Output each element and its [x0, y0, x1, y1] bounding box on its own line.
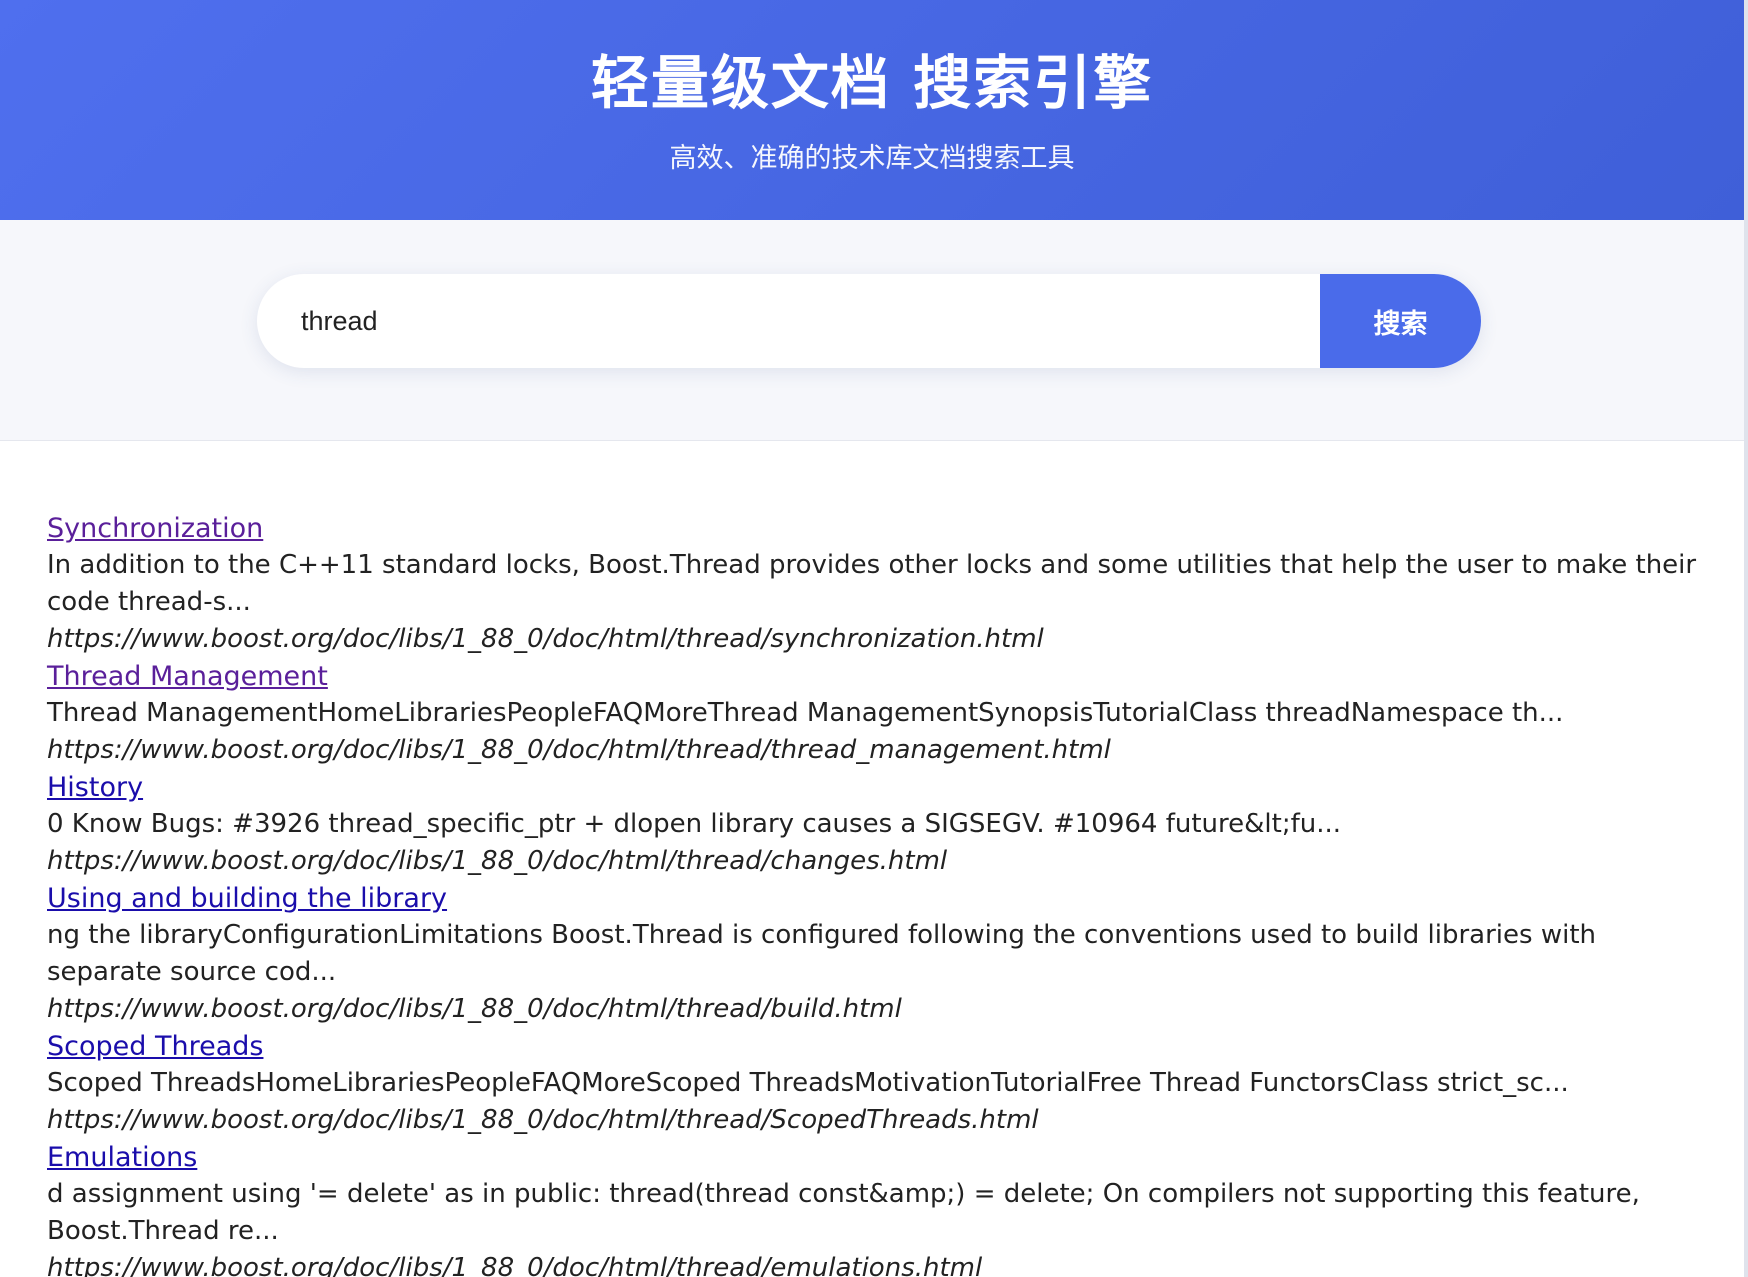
search-input[interactable] — [257, 274, 1320, 368]
header-banner: 轻量级文档 搜索引擎 高效、准确的技术库文档搜索工具 — [0, 0, 1744, 220]
result-snippet: In addition to the C++11 standard locks,… — [47, 550, 1697, 617]
result-item: Using and building the library ng the li… — [47, 880, 1707, 1028]
result-snippet: ng the libraryConfigurationLimitations B… — [47, 920, 1596, 987]
result-title-link[interactable]: Synchronization — [47, 510, 263, 547]
result-snippet: Thread ManagementHomeLibrariesPeopleFAQM… — [47, 698, 1564, 728]
result-item: Thread Management Thread ManagementHomeL… — [47, 658, 1707, 769]
result-title-link[interactable]: Scoped Threads — [47, 1028, 263, 1065]
result-item: Emulations d assignment using '= delete'… — [47, 1139, 1707, 1277]
results-list: Synchronization In addition to the C++11… — [47, 510, 1707, 1277]
page-title: 轻量级文档 搜索引擎 — [590, 49, 1154, 117]
result-title-link[interactable]: Emulations — [47, 1139, 197, 1176]
result-url: https://www.boost.org/doc/libs/1_88_0/do… — [47, 994, 902, 1024]
result-title-link[interactable]: History — [47, 769, 143, 806]
search-bar: 搜索 — [257, 274, 1481, 368]
result-url: https://www.boost.org/doc/libs/1_88_0/do… — [47, 735, 1111, 765]
result-url: https://www.boost.org/doc/libs/1_88_0/do… — [47, 624, 1044, 654]
result-item: Scoped Threads Scoped ThreadsHomeLibrari… — [47, 1028, 1707, 1139]
page-subtitle: 高效、准确的技术库文档搜索工具 — [669, 143, 1075, 174]
search-section: 搜索 — [0, 220, 1744, 441]
result-item: Synchronization In addition to the C++11… — [47, 510, 1707, 658]
app-window: 轻量级文档 搜索引擎 高效、准确的技术库文档搜索工具 搜索 Synchroniz… — [0, 0, 1744, 1277]
search-button[interactable]: 搜索 — [1320, 274, 1481, 368]
result-snippet: Scoped ThreadsHomeLibrariesPeopleFAQMore… — [47, 1068, 1569, 1098]
result-title-link[interactable]: Thread Management — [47, 658, 328, 695]
result-url: https://www.boost.org/doc/libs/1_88_0/do… — [47, 846, 948, 876]
result-snippet: d assignment using '= delete' as in publ… — [47, 1179, 1640, 1246]
result-snippet: 0 Know Bugs: #3926 thread_specific_ptr +… — [47, 809, 1342, 839]
result-title-link[interactable]: Using and building the library — [47, 880, 447, 917]
result-url: https://www.boost.org/doc/libs/1_88_0/do… — [47, 1253, 983, 1277]
result-url: https://www.boost.org/doc/libs/1_88_0/do… — [47, 1105, 1039, 1135]
result-item: History 0 Know Bugs: #3926 thread_specif… — [47, 769, 1707, 880]
